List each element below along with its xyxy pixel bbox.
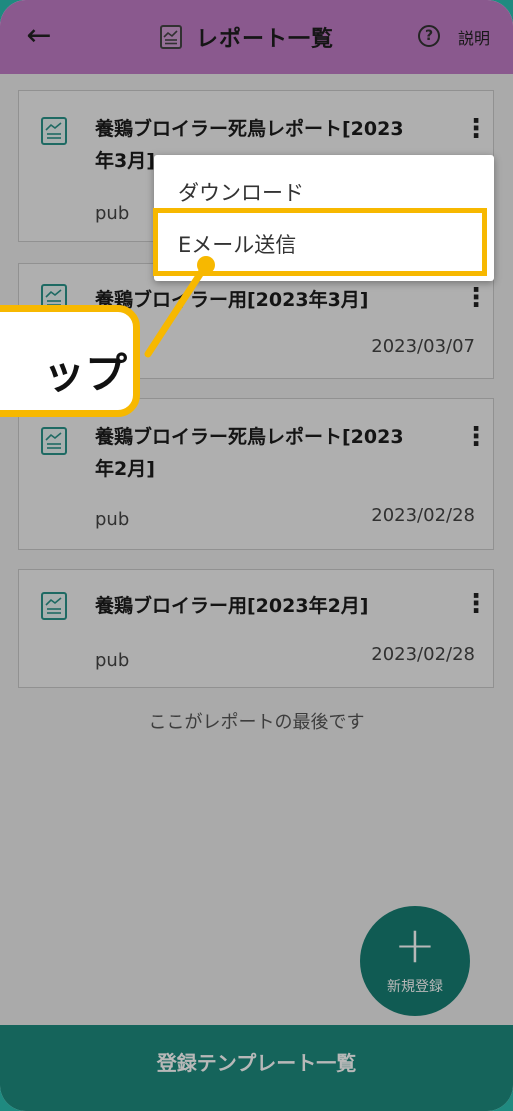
callout-text: ップ [42,349,127,398]
callout-pointer [144,256,215,358]
tap-callout: ップ [0,305,140,417]
phone-frame: ← レポート一覧 ? 説明 養鶏ブロイラー死鳥レポート[2023 年3月] ⋮ … [0,0,513,1111]
